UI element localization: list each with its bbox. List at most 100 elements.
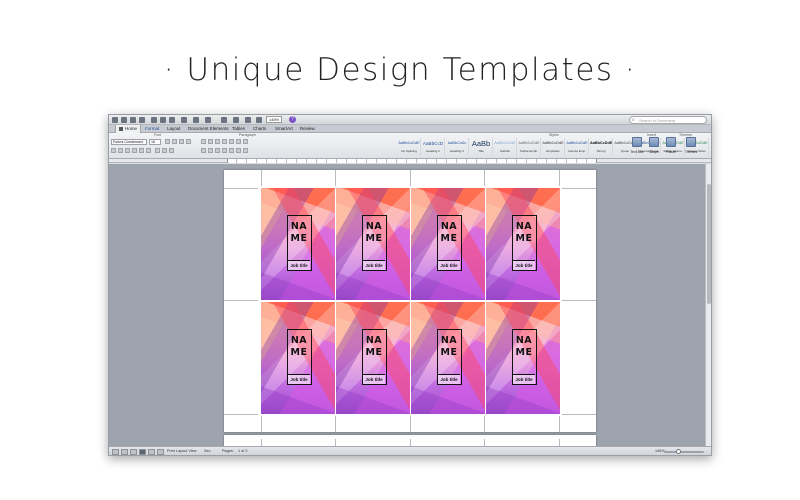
cut-icon[interactable] bbox=[151, 117, 157, 123]
bullets-icon[interactable] bbox=[201, 139, 206, 144]
increase-indent-icon[interactable] bbox=[229, 139, 234, 144]
picture-icon bbox=[666, 137, 676, 147]
superscript-icon[interactable] bbox=[139, 148, 144, 153]
help-icon[interactable]: ? bbox=[289, 116, 296, 123]
themes-button[interactable]: Themes bbox=[683, 137, 699, 157]
font-color-icon[interactable] bbox=[169, 148, 174, 153]
text-effects-icon[interactable] bbox=[155, 148, 160, 153]
tab-home[interactable]: Home bbox=[115, 125, 142, 133]
grow-font-icon[interactable] bbox=[165, 139, 170, 144]
justify-icon[interactable] bbox=[222, 148, 227, 153]
paste-icon[interactable] bbox=[169, 117, 175, 123]
notebook-view-icon[interactable] bbox=[148, 449, 155, 455]
scrollbar-thumb[interactable] bbox=[707, 184, 711, 304]
italic-icon[interactable] bbox=[118, 148, 123, 153]
font-name-select[interactable]: Futura Condensed bbox=[111, 139, 147, 145]
print-icon[interactable] bbox=[139, 117, 145, 123]
font-group-label: Font bbox=[154, 133, 162, 137]
style-subtitle[interactable]: AaBbCcDdE Subtitle bbox=[493, 138, 517, 156]
font-size-select[interactable]: 16 bbox=[149, 139, 161, 145]
card-name-line1: NA bbox=[515, 335, 533, 346]
pilcrow-icon[interactable] bbox=[221, 117, 227, 123]
sort-icon[interactable] bbox=[236, 139, 241, 144]
toolbox-icon[interactable] bbox=[245, 117, 251, 123]
view-name: Print Layout View bbox=[167, 449, 197, 453]
style-title[interactable]: AaBb Title bbox=[469, 138, 493, 156]
print-layout-view-icon[interactable] bbox=[139, 449, 146, 455]
zoom-slider-knob[interactable] bbox=[676, 449, 681, 454]
multilevel-list-icon[interactable] bbox=[215, 139, 220, 144]
cut-guide bbox=[410, 170, 411, 186]
highlight-icon[interactable] bbox=[162, 148, 167, 153]
align-left-icon[interactable] bbox=[201, 148, 206, 153]
style-heading-2[interactable]: AaBbCcD Heading 2 bbox=[421, 138, 445, 156]
align-right-icon[interactable] bbox=[215, 148, 220, 153]
business-card[interactable]: NA ME Job title bbox=[336, 302, 410, 414]
tab-review[interactable]: Review bbox=[297, 125, 318, 133]
open-icon[interactable] bbox=[121, 117, 127, 123]
business-card[interactable]: NA ME Job title bbox=[336, 188, 410, 300]
redo-icon[interactable] bbox=[205, 117, 211, 123]
style-heading-3[interactable]: AaBbCcDc Heading 3 bbox=[445, 138, 469, 156]
business-card[interactable]: NA ME Job title bbox=[261, 302, 335, 414]
style-intense-emphasis[interactable]: AaBbCcDdE Intense Emp. bbox=[565, 138, 589, 156]
tab-tables[interactable]: Tables bbox=[229, 125, 248, 133]
document-canvas[interactable]: NA ME Job title NA ME Job title NA ME Job t… bbox=[109, 164, 705, 446]
business-card[interactable]: NA ME Job title bbox=[411, 302, 485, 414]
media-browser-icon[interactable] bbox=[256, 117, 262, 123]
publishing-view-icon[interactable] bbox=[130, 449, 137, 455]
document-page-2[interactable] bbox=[224, 435, 596, 446]
card-name: NA ME bbox=[288, 335, 310, 359]
search-input[interactable]: ⌕ Search in Document bbox=[629, 116, 707, 124]
zoom-slider[interactable] bbox=[664, 449, 704, 454]
shape-button[interactable]: Shape bbox=[646, 137, 662, 157]
format-painter-icon[interactable] bbox=[181, 117, 187, 123]
line-spacing-icon[interactable] bbox=[229, 148, 234, 153]
picture-button[interactable]: Picture bbox=[663, 137, 679, 157]
style-subtle-emphasis[interactable]: AaBbCcDdE Subtle Emph. bbox=[517, 138, 541, 156]
text-box-button[interactable]: Text Box bbox=[629, 137, 645, 157]
sidebar-icon[interactable] bbox=[233, 117, 239, 123]
tab-layout[interactable]: Layout bbox=[164, 125, 184, 133]
outline-view-icon[interactable] bbox=[121, 449, 128, 455]
full-screen-view-icon[interactable] bbox=[157, 449, 164, 455]
subscript-icon[interactable] bbox=[146, 148, 151, 153]
tab-format[interactable]: Format bbox=[142, 125, 162, 133]
document-page[interactable]: NA ME Job title NA ME Job title NA ME Job t… bbox=[224, 170, 596, 432]
new-document-icon[interactable] bbox=[112, 117, 118, 123]
change-case-icon[interactable] bbox=[179, 139, 184, 144]
zoom-field[interactable]: 145% bbox=[266, 116, 282, 123]
style-emphasis[interactable]: AaBbCcDdE Emphasis bbox=[541, 138, 565, 156]
shrink-font-icon[interactable] bbox=[172, 139, 177, 144]
decrease-indent-icon[interactable] bbox=[222, 139, 227, 144]
align-center-icon[interactable] bbox=[208, 148, 213, 153]
business-card[interactable]: NA ME Job title bbox=[411, 188, 485, 300]
tab-document-elements[interactable]: Document Elements bbox=[185, 125, 232, 133]
underline-icon[interactable] bbox=[125, 148, 130, 153]
draft-view-icon[interactable] bbox=[112, 449, 119, 455]
tab-smartart[interactable]: SmartArt bbox=[272, 125, 296, 133]
shading-icon[interactable] bbox=[236, 148, 241, 153]
save-icon[interactable] bbox=[130, 117, 136, 123]
bold-icon[interactable] bbox=[111, 148, 116, 153]
tab-charts[interactable]: Charts bbox=[250, 125, 269, 133]
card-name-line2: ME bbox=[290, 233, 308, 244]
card-job-title: Job title bbox=[363, 374, 385, 384]
business-card[interactable]: NA ME Job title bbox=[486, 302, 560, 414]
numbering-icon[interactable] bbox=[208, 139, 213, 144]
horizontal-ruler[interactable] bbox=[109, 159, 711, 163]
undo-icon[interactable] bbox=[193, 117, 199, 123]
copy-icon[interactable] bbox=[160, 117, 166, 123]
borders-icon[interactable] bbox=[243, 148, 248, 153]
strikethrough-icon[interactable] bbox=[132, 148, 137, 153]
style-no-spacing[interactable]: AaBbCcDdE No Spacing bbox=[397, 138, 421, 156]
ribbon-tabs: Home Format Layout Document Elements Tab… bbox=[109, 125, 711, 133]
business-card[interactable]: NA ME Job title bbox=[261, 188, 335, 300]
vertical-scrollbar[interactable] bbox=[705, 164, 711, 446]
business-card[interactable]: NA ME Job title bbox=[486, 188, 560, 300]
clear-formatting-icon[interactable] bbox=[186, 139, 191, 144]
cut-guide bbox=[562, 300, 596, 301]
name-frame: NA ME Job title bbox=[362, 329, 387, 385]
show-paragraph-marks-icon[interactable] bbox=[243, 139, 248, 144]
style-strong[interactable]: AaBbCcDdE Strong bbox=[589, 138, 613, 156]
